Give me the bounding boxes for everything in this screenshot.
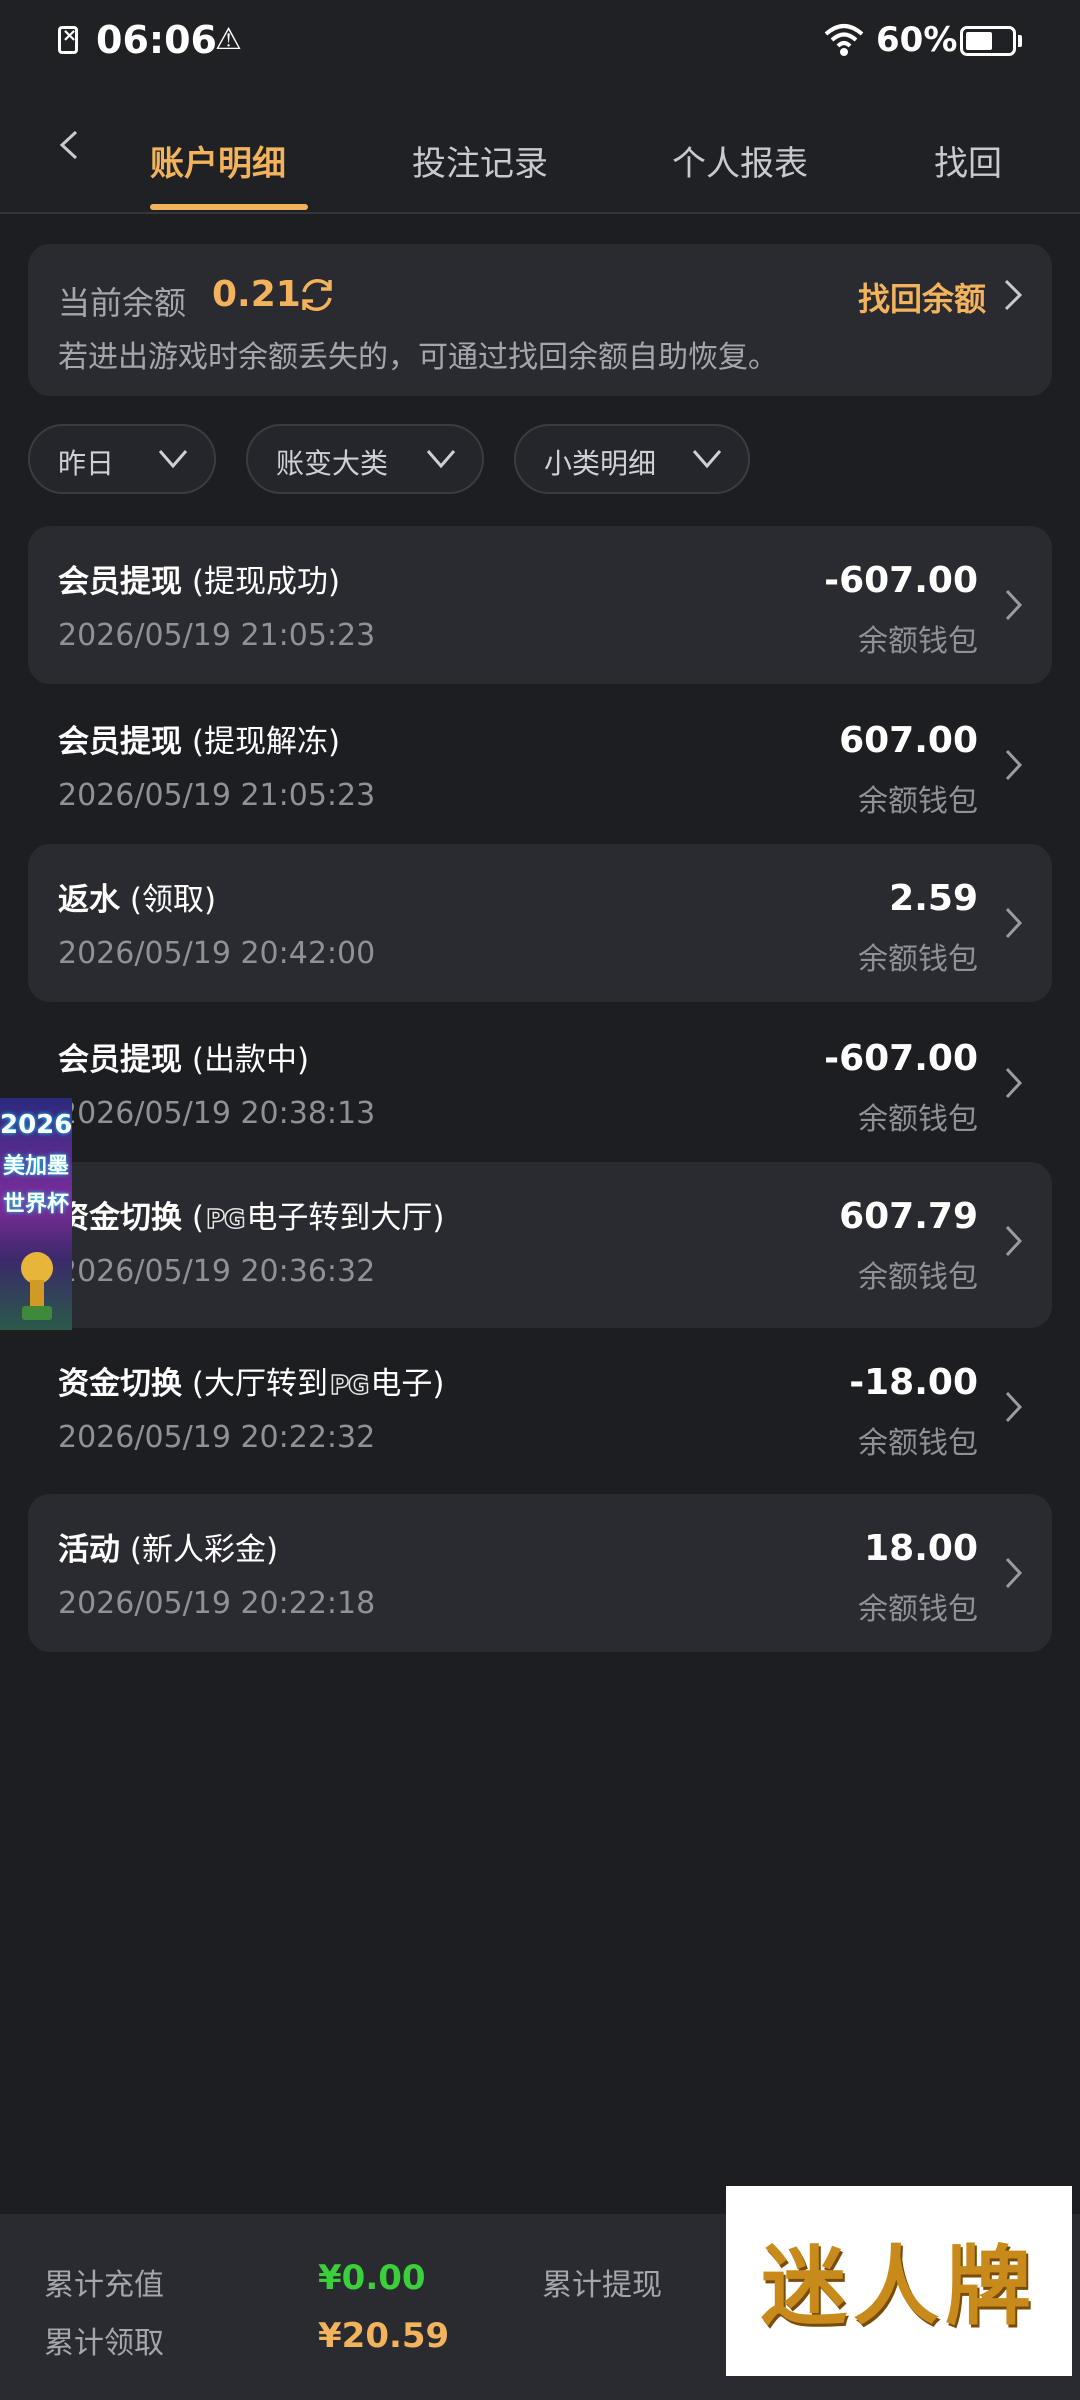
battery-icon [960,26,1016,56]
chevron-right-icon [1005,1225,1023,1257]
total-recharge-label: 累计充值 [44,2268,164,2303]
chevron-right-icon [1005,907,1023,939]
status-time: 06:06 [96,18,217,62]
transaction-wallet: 余额钱包 [858,624,978,659]
transaction-time: 2026/05/19 20:22:32 [58,1420,376,1455]
world-cup-floating-banner[interactable]: 2026 美加墨 世界杯 [0,1098,72,1330]
transaction-amount: -607.00 [824,560,978,601]
filter-subcategory[interactable]: 小类明细 [514,424,750,494]
total-claim-value: ¥20.59 [318,2316,450,2356]
transaction-title: 活动 (新人彩金) [58,1532,279,1568]
transaction-title: 返水 (领取) [58,882,217,918]
filter-date-label: 昨日 [58,447,115,480]
brand-text: 迷人牌 [761,2236,1037,2337]
pg-logo: PG [329,1370,370,1402]
balance-value: 0.21 [212,274,301,315]
transaction-amount: 607.00 [839,720,978,761]
transaction-row[interactable]: 返水 (领取) 2026/05/19 20:42:00 2.59 余额钱包 [28,844,1052,1002]
tab-recover[interactable]: 找回 [934,136,1002,185]
transaction-row[interactable]: 资金切换 (PG电子转到大厅) 2026/05/19 20:36:32 607.… [28,1162,1052,1328]
transaction-time: 2026/05/19 20:36:32 [58,1254,376,1289]
brand-stamp: 迷人牌 [726,2186,1072,2376]
transaction-time: 2026/05/19 20:22:18 [58,1586,376,1621]
filter-category-label: 账变大类 [276,447,389,480]
transaction-amount: -607.00 [824,1038,978,1079]
transaction-wallet: 余额钱包 [858,1260,978,1295]
chevron-down-icon [158,450,188,469]
tab-personal-report[interactable]: 个人报表 [672,136,808,185]
transaction-title: 会员提现 (提现解冻) [58,724,341,760]
banner-year: 2026 [0,1110,72,1140]
pg-logo: PG [205,1204,246,1236]
transaction-time: 2026/05/19 20:42:00 [58,936,376,971]
chevron-right-icon[interactable] [1002,278,1024,312]
transaction-row[interactable]: 会员提现 (提现成功) 2026/05/19 21:05:23 -607.00 … [28,526,1052,684]
filter-subcategory-label: 小类明细 [544,447,657,480]
tab-bet-records[interactable]: 投注记录 [412,136,548,185]
balance-label: 当前余额 [58,284,187,322]
tab-header: 账户明细 投注记录 个人报表 找回 [0,84,1080,214]
transaction-row[interactable]: 活动 (新人彩金) 2026/05/19 20:22:18 18.00 余额钱包 [28,1494,1052,1652]
trophy-icon [21,1252,53,1320]
balance-note: 若进出游戏时余额丢失的，可通过找回余额自助恢复。 [58,340,778,375]
transaction-wallet: 余额钱包 [858,784,978,819]
chevron-right-icon [1005,1391,1023,1423]
total-claim-label: 累计领取 [44,2326,164,2361]
balance-card: 当前余额 0.21 找回余额 若进出游戏时余额丢失的，可通过找回余额自助恢复。 [28,244,1052,396]
transaction-row[interactable]: 会员提现 (提现解冻) 2026/05/19 21:05:23 607.00 余… [28,686,1052,844]
transaction-time: 2026/05/19 21:05:23 [58,618,376,653]
active-tab-indicator [150,204,308,210]
refresh-icon[interactable] [296,274,338,316]
transaction-title: 资金切换 (大厅转到PG电子) [58,1366,445,1402]
transaction-title: 会员提现 (出款中) [58,1042,310,1078]
status-bar: 06:06 ⚠ 60% [0,0,1080,84]
transaction-wallet: 余额钱包 [858,1426,978,1461]
filter-date[interactable]: 昨日 [28,424,216,494]
back-chevron-icon[interactable] [54,130,84,160]
total-recharge-value: ¥0.00 [318,2258,426,2298]
tab-account-details[interactable]: 账户明细 [150,136,286,185]
chevron-right-icon [1005,749,1023,781]
transaction-amount: 2.59 [889,878,978,919]
chevron-right-icon [1005,1557,1023,1589]
transaction-wallet: 余额钱包 [858,1102,978,1137]
banner-line: 世界杯 [2,1192,69,1217]
chevron-right-icon [1005,589,1023,621]
transaction-time: 2026/05/19 21:05:23 [58,778,376,813]
transaction-row[interactable]: 会员提现 (出款中) 2026/05/19 20:38:13 -607.00 余… [28,1004,1052,1162]
transaction-title: 资金切换 (PG电子转到大厅) [58,1200,445,1236]
recover-balance-link[interactable]: 找回余额 [858,274,986,320]
wifi-icon [824,24,864,56]
chevron-down-icon [692,450,722,469]
transaction-amount: -18.00 [849,1362,978,1403]
filter-category[interactable]: 账变大类 [246,424,484,494]
transaction-time: 2026/05/19 20:38:13 [58,1096,376,1131]
transaction-amount: 607.79 [839,1196,978,1237]
total-withdraw-label: 累计提现 [542,2268,662,2303]
banner-line: 美加墨 [2,1154,69,1179]
transaction-title: 会员提现 (提现成功) [58,564,341,600]
warning-icon: ⚠ [215,22,242,57]
transaction-row[interactable]: 资金切换 (大厅转到PG电子) 2026/05/19 20:22:32 -18.… [28,1328,1052,1494]
sim-error-icon [58,25,78,54]
chevron-down-icon [426,450,456,469]
battery-percent: 60% [876,20,958,60]
transaction-amount: 18.00 [864,1528,978,1569]
transaction-wallet: 余额钱包 [858,1592,978,1627]
chevron-right-icon [1005,1067,1023,1099]
transaction-wallet: 余额钱包 [858,942,978,977]
